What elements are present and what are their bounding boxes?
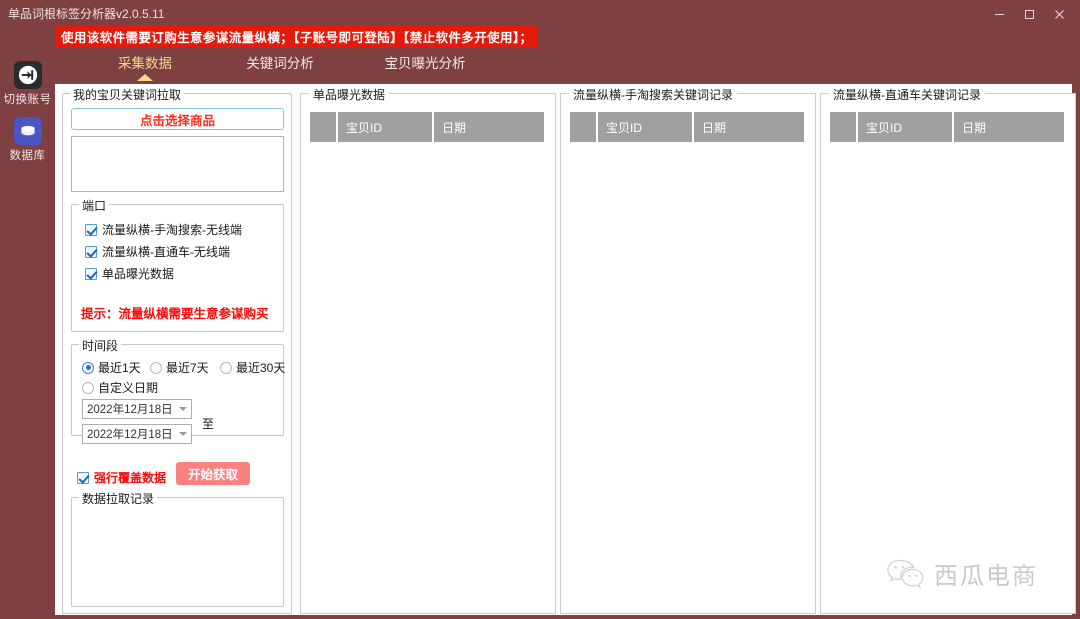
checkbox-label: 流量纵横-手淘搜索-无线端 (102, 223, 242, 237)
sidebar-item-switch-account-label: 切换账号 (3, 94, 52, 106)
table-header-row: 宝贝ID 日期 (570, 112, 804, 142)
start-fetch-button[interactable]: 开始获取 (176, 462, 250, 485)
purchase-hint-text: 提示：流量纵横需要生意参谋购买 (81, 307, 269, 321)
port-group: 端口 流量纵横-手淘搜索-无线端 流量纵横-直通车-无线端 单品曝光数据 提示：… (71, 197, 284, 332)
radio-dot-icon (150, 361, 162, 374)
selected-product-list[interactable] (71, 136, 284, 192)
window-controls (984, 3, 1074, 25)
window-title: 单品词根标签分析器v2.0.5.11 (8, 7, 165, 21)
table-column-date[interactable]: 日期 (694, 112, 804, 142)
sidebar-item-database[interactable]: 数据库 (0, 117, 55, 163)
table-column-selector[interactable] (830, 112, 858, 142)
data-pull-log-content[interactable] (74, 504, 283, 604)
panel-zhitongche-keyword-records: 流量纵横-直通车关键词记录 宝贝ID 日期 (820, 86, 1076, 614)
database-glyph (20, 125, 35, 136)
close-icon (1054, 9, 1064, 19)
table-column-date[interactable]: 日期 (434, 112, 544, 142)
title-bar: 单品词根标签分析器v2.0.5.11 (0, 0, 1080, 26)
checkbox-label: 强行覆盖数据 (94, 471, 167, 485)
tab-bar: 采集数据 关键词分析 宝贝曝光分析 (55, 48, 1080, 84)
table-column-selector[interactable] (310, 112, 338, 142)
login-arrow-icon (13, 61, 42, 89)
table-header-row: 宝贝ID 日期 (830, 112, 1064, 142)
my-product-keyword-pull-group: 我的宝贝关键词拉取 点击选择商品 端口 流量纵横-手淘搜索-无线端 流量纵横-直… (62, 86, 292, 614)
port-group-legend: 端口 (79, 197, 110, 214)
radio-last-7-days[interactable]: 最近7天 (150, 359, 209, 376)
panel-product-exposure-data: 单品曝光数据 宝贝ID 日期 (300, 86, 556, 614)
active-tab-indicator (137, 74, 153, 81)
radio-label: 最近7天 (166, 361, 209, 375)
table-column-date[interactable]: 日期 (954, 112, 1064, 142)
select-product-button[interactable]: 点击选择商品 (71, 108, 284, 130)
radio-last-1-day[interactable]: 最近1天 (82, 359, 141, 376)
table-column-selector[interactable] (570, 112, 598, 142)
license-warning-banner: 使用该软件需要订购生意参谋流量纵横；【子账号即可登陆】【禁止软件多开使用】； (55, 25, 539, 49)
main-content-area: 我的宝贝关键词拉取 点击选择商品 端口 流量纵横-手淘搜索-无线端 流量纵横-直… (55, 84, 1076, 615)
login-arrow-glyph (18, 65, 37, 85)
chevron-down-icon (175, 400, 191, 418)
radio-label: 最近30天 (236, 361, 286, 375)
table-column-product-id[interactable]: 宝贝ID (598, 112, 694, 142)
tab-product-exposure-analysis[interactable]: 宝贝曝光分析 (350, 52, 500, 74)
radio-dot-icon (82, 381, 94, 394)
radio-label: 自定义日期 (98, 381, 159, 395)
radio-dot-icon (220, 361, 232, 374)
checkbox-force-overwrite[interactable]: 强行覆盖数据 (77, 469, 166, 486)
panel-shoutao-search-keyword-records: 流量纵横-手淘搜索关键词记录 宝贝ID 日期 (560, 86, 816, 614)
checkbox-box-icon (77, 471, 89, 484)
left-sidebar: 切换账号 数据库 (0, 26, 55, 619)
minimize-icon (994, 13, 1004, 15)
panel-legend: 流量纵横-直通车关键词记录 (829, 86, 985, 103)
tab-keyword-analysis[interactable]: 关键词分析 (215, 52, 345, 74)
date-range-to-label: 至 (202, 417, 215, 431)
maximize-button[interactable] (1014, 3, 1044, 25)
data-pull-log-group: 数据拉取记录 (71, 490, 284, 607)
end-date-picker[interactable]: 2022年12月18日 (82, 424, 192, 444)
checkbox-box-icon (85, 267, 97, 280)
close-button[interactable] (1044, 3, 1074, 25)
checkbox-box-icon (85, 245, 97, 258)
application-window: 单品词根标签分析器v2.0.5.11 使用该软件需要订购生意参谋流量纵横；【子账… (0, 0, 1080, 619)
radio-last-30-days[interactable]: 最近30天 (220, 359, 285, 376)
checkbox-label: 单品曝光数据 (102, 267, 175, 281)
end-date-value: 2022年12月18日 (87, 429, 173, 441)
time-period-group: 时间段 最近1天 最近7天 最近30天 自定义日期 2022年12月18日 20… (71, 337, 285, 444)
database-icon (13, 117, 42, 145)
radio-dot-icon (82, 361, 94, 374)
start-date-value: 2022年12月18日 (87, 404, 173, 416)
tab-collect-data[interactable]: 采集数据 (85, 52, 205, 74)
panel-legend: 流量纵横-手淘搜索关键词记录 (569, 86, 737, 103)
minimize-button[interactable] (984, 3, 1014, 25)
table-column-product-id[interactable]: 宝贝ID (858, 112, 954, 142)
checkbox-label: 流量纵横-直通车-无线端 (102, 245, 230, 259)
checkbox-product-exposure-data[interactable]: 单品曝光数据 (85, 265, 174, 282)
radio-label: 最近1天 (98, 361, 141, 375)
my-product-keyword-pull-legend: 我的宝贝关键词拉取 (70, 86, 185, 103)
radio-custom-date[interactable]: 自定义日期 (82, 379, 158, 396)
sidebar-item-switch-account[interactable]: 切换账号 (0, 61, 55, 107)
checkbox-liuliang-zhitongche[interactable]: 流量纵横-直通车-无线端 (85, 243, 230, 260)
start-date-picker[interactable]: 2022年12月18日 (82, 399, 192, 419)
time-period-legend: 时间段 (79, 337, 122, 354)
table-header-row: 宝贝ID 日期 (310, 112, 544, 142)
checkbox-box-icon (85, 223, 97, 236)
table-column-product-id[interactable]: 宝贝ID (338, 112, 434, 142)
panel-legend: 单品曝光数据 (309, 86, 390, 103)
chevron-down-icon (175, 425, 191, 443)
maximize-icon (1024, 9, 1034, 19)
sidebar-item-database-label: 数据库 (9, 150, 46, 162)
checkbox-liuliang-shoutao-search[interactable]: 流量纵横-手淘搜索-无线端 (85, 221, 242, 238)
